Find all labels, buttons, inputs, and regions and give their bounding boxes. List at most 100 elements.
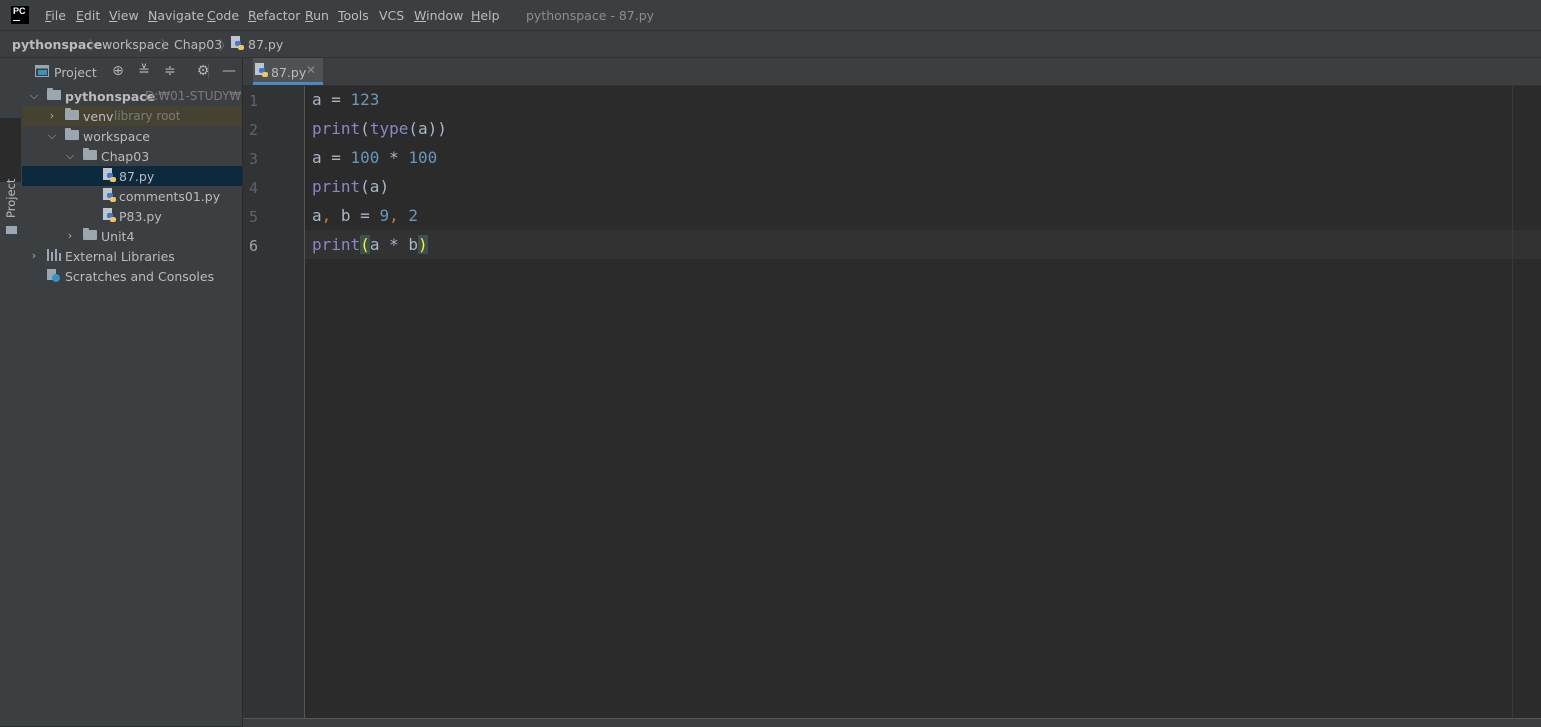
line-number: 5 <box>249 208 259 226</box>
python-file-icon <box>255 63 269 78</box>
menu-bar: PC File Edit View Navigate Code Refactor… <box>0 0 1541 31</box>
menu-window-label: indow <box>426 8 464 23</box>
tree-item-workspace[interactable]: ⌵ workspace <box>22 126 242 146</box>
menu-code[interactable]: Code <box>207 8 239 23</box>
menu-run-label: un <box>313 8 329 23</box>
menu-view[interactable]: View <box>109 8 139 23</box>
tree-item-p83py[interactable]: P83.py <box>22 206 242 226</box>
breadcrumb-separator-icon: 〉 <box>89 39 103 54</box>
tree-item-label: workspace <box>83 129 150 144</box>
expand-all-icon[interactable]: ≚ <box>136 63 152 79</box>
menu-navigate-mnemonic: N <box>148 8 158 23</box>
close-icon[interactable]: ✕ <box>306 63 316 77</box>
folder-icon <box>83 148 97 160</box>
python-file-icon <box>103 208 117 223</box>
window-title: pythonspace - 87.py <box>526 8 655 23</box>
menu-run[interactable]: Run <box>305 8 329 23</box>
menu-tools-label: ools <box>343 8 369 23</box>
menu-edit[interactable]: Edit <box>76 8 100 23</box>
chevron-right-icon[interactable]: › <box>64 229 76 242</box>
tree-item-unit4[interactable]: › Unit4 <box>22 226 242 246</box>
menu-vcs-label: VCS <box>379 8 405 23</box>
code-editor[interactable]: a = 123 print(type(a)) a = 100 * 100 pri… <box>305 86 1541 718</box>
project-panel-header: Project ⊕ ≚ ≑ ⚙ — <box>22 58 242 85</box>
chevron-down-icon[interactable]: ⌵ <box>46 129 58 143</box>
breadcrumb-separator-icon: 〉 <box>161 39 175 54</box>
tree-item-chap03[interactable]: ⌵ Chap03 <box>22 146 242 166</box>
code-line[interactable]: a = 100 * 100 <box>312 148 437 168</box>
collapse-all-icon[interactable]: ≑ <box>162 63 178 79</box>
code-token-num: 100 <box>408 148 438 167</box>
tree-item-87py[interactable]: 87.py <box>22 166 242 186</box>
menu-help[interactable]: Help <box>471 8 500 23</box>
tree-item-venv[interactable]: › venv library root <box>22 106 242 126</box>
code-line[interactable]: a = 123 <box>312 90 379 110</box>
menu-refactor-mnemonic: R <box>248 8 257 23</box>
tree-item-label: 87.py <box>119 169 155 184</box>
project-tool-tab-label: Project <box>4 178 18 218</box>
line-number: 1 <box>249 92 259 110</box>
project-view-icon <box>35 65 49 77</box>
menu-tools[interactable]: Tools <box>338 8 369 23</box>
folder-icon <box>65 128 79 140</box>
code-line[interactable]: a, b = 9, 2 <box>312 206 418 226</box>
code-token-comma: , <box>321 206 332 225</box>
code-token-num: 100 <box>350 148 380 167</box>
chevron-down-icon[interactable]: ⌵ <box>64 149 76 163</box>
code-token-num: 2 <box>408 206 419 225</box>
tree-item-scratches[interactable]: Scratches and Consoles <box>22 266 242 286</box>
breadcrumb-workspace[interactable]: workspace <box>102 37 169 52</box>
tree-item-label: pythonspace <box>65 89 156 104</box>
tree-item-label: comments01.py <box>119 189 221 204</box>
menu-vcs[interactable]: VCS <box>379 8 404 23</box>
folder-icon <box>6 226 17 234</box>
chevron-right-icon[interactable]: › <box>46 109 58 122</box>
code-token-plain: a = <box>312 148 351 167</box>
menu-navigate-label: avigate <box>157 8 205 23</box>
breadcrumb-file[interactable]: 87.py <box>248 37 283 52</box>
code-line[interactable]: print(a) <box>312 177 389 197</box>
menu-refactor-label: efactor <box>256 8 301 23</box>
tree-item-label: P83.py <box>119 209 162 224</box>
menu-file-label: ile <box>51 8 66 23</box>
code-token-builtin: print <box>312 119 361 138</box>
locate-file-icon[interactable]: ⊕ <box>110 63 126 79</box>
code-line[interactable]: print(a * b) <box>312 235 428 255</box>
tree-item-comments01py[interactable]: comments01.py <box>22 186 242 206</box>
gear-icon[interactable]: ⚙ <box>195 63 211 79</box>
code-token-brace: ( <box>360 235 370 254</box>
menu-file[interactable]: File <box>45 8 66 23</box>
minimize-icon[interactable]: — <box>221 63 237 79</box>
code-token-plain: ( <box>360 119 370 138</box>
code-token-builtin: type <box>369 119 409 138</box>
tab-label: 87.py <box>271 65 307 80</box>
tool-window-strip: Project <box>0 58 23 726</box>
line-number: 4 <box>249 179 259 197</box>
menu-code-label: ode <box>215 8 240 23</box>
editor-gutter: 1 2 3 4 5 6 <box>243 86 305 718</box>
editor-tab-bar: 87.py ✕ <box>243 58 1541 86</box>
tree-item-label: venv <box>83 109 114 124</box>
menu-navigate[interactable]: Navigate <box>148 8 204 23</box>
right-margin-guide <box>1512 86 1513 718</box>
breadcrumb: pythonspace 〉 workspace 〉 Chap03 〉 87.py <box>0 31 1541 58</box>
menu-help-label: elp <box>480 8 500 23</box>
folder-icon <box>47 88 61 100</box>
project-panel-title[interactable]: Project <box>54 65 97 80</box>
code-token-plain: (a)) <box>408 119 447 138</box>
menu-edit-label: dit <box>83 8 101 23</box>
line-number: 3 <box>249 150 259 168</box>
menu-window[interactable]: Window <box>414 8 463 23</box>
project-tool-tab[interactable]: Project <box>0 118 21 234</box>
code-token-builtin: print <box>312 177 361 196</box>
tab-87py[interactable]: 87.py ✕ <box>253 58 323 85</box>
chevron-right-icon[interactable]: › <box>28 249 40 262</box>
tree-item-label: Scratches and Consoles <box>65 269 215 284</box>
code-line[interactable]: print(type(a)) <box>312 119 447 139</box>
chevron-down-icon[interactable]: ⌵ <box>28 89 40 103</box>
menu-refactor[interactable]: Refactor <box>248 8 300 23</box>
tree-item-pythonspace[interactable]: ⌵ pythonspace D:₩01-STUDY₩py <box>22 86 242 106</box>
breadcrumb-chap03[interactable]: Chap03 <box>174 37 222 52</box>
tree-item-external-libraries[interactable]: › External Libraries <box>22 246 242 266</box>
code-token-plain: (a) <box>360 177 390 196</box>
